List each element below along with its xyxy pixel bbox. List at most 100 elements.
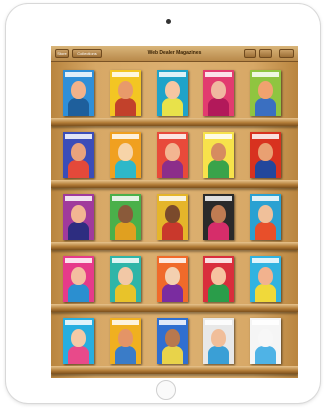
list-view-button[interactable] <box>259 49 272 58</box>
ipad-screen: Store Collections Web Dealer Magazines <box>51 46 298 378</box>
cover-figure-face <box>165 329 180 347</box>
cover-figure-body <box>115 160 136 178</box>
cover-figure-face <box>165 267 180 285</box>
shelf-board <box>51 118 298 126</box>
magazine-cover[interactable] <box>157 70 188 116</box>
cover-masthead <box>252 72 279 77</box>
cover-masthead <box>159 72 186 77</box>
magazine-cover[interactable] <box>203 194 234 240</box>
magazine-cover[interactable] <box>63 256 94 302</box>
cover-figure-body <box>255 346 276 364</box>
magazine-cover[interactable] <box>250 70 281 116</box>
magazine-cover[interactable] <box>63 70 94 116</box>
magazine-cover[interactable] <box>110 132 141 178</box>
home-button[interactable] <box>156 380 176 400</box>
cover-masthead <box>112 134 139 139</box>
cover-masthead <box>159 134 186 139</box>
edit-button[interactable] <box>279 49 294 58</box>
cover-figure-body <box>115 98 136 116</box>
bookshelf <box>51 62 298 378</box>
cover-masthead <box>205 134 232 139</box>
store-button[interactable]: Store <box>55 49 69 58</box>
grid-view-button[interactable] <box>244 49 256 58</box>
cover-figure-face <box>258 267 273 285</box>
cover-figure-body <box>162 222 183 240</box>
magazine-cover[interactable] <box>203 132 234 178</box>
cover-masthead <box>112 258 139 263</box>
cover-figure-body <box>68 160 89 178</box>
cover-masthead <box>112 72 139 77</box>
shelf-board <box>51 304 298 312</box>
magazine-cover[interactable] <box>157 256 188 302</box>
cover-figure-face <box>71 329 86 347</box>
cover-figure-body <box>255 160 276 178</box>
cover-figure-face <box>165 81 180 99</box>
cover-masthead <box>252 320 279 325</box>
shelf-row <box>51 64 298 126</box>
cover-figure-face <box>211 205 226 223</box>
cover-masthead <box>65 72 92 77</box>
cover-figure-body <box>162 98 183 116</box>
magazine-cover[interactable] <box>110 318 141 364</box>
cover-masthead <box>65 196 92 201</box>
magazine-cover[interactable] <box>157 318 188 364</box>
cover-figure-face <box>211 143 226 161</box>
magazine-cover[interactable] <box>157 194 188 240</box>
magazine-cover[interactable] <box>110 256 141 302</box>
cover-masthead <box>252 258 279 263</box>
cover-figure-body <box>208 346 229 364</box>
magazine-cover[interactable] <box>157 132 188 178</box>
magazine-cover[interactable] <box>250 132 281 178</box>
cover-masthead <box>252 196 279 201</box>
cover-figure-face <box>71 267 86 285</box>
cover-figure-face <box>165 205 180 223</box>
cover-masthead <box>112 320 139 325</box>
cover-masthead <box>205 320 232 325</box>
cover-masthead <box>205 72 232 77</box>
collections-button[interactable]: Collections <box>72 49 102 58</box>
cover-figure-body <box>68 284 89 302</box>
cover-figure-face <box>118 267 133 285</box>
magazine-cover[interactable] <box>110 70 141 116</box>
cover-figure-body <box>68 346 89 364</box>
cover-figure-body <box>255 284 276 302</box>
cover-figure-body <box>115 284 136 302</box>
magazine-cover[interactable] <box>203 256 234 302</box>
cover-figure-body <box>162 284 183 302</box>
cover-figure-body <box>208 222 229 240</box>
cover-figure-body <box>68 222 89 240</box>
magazine-cover[interactable] <box>63 318 94 364</box>
cover-figure-body <box>208 160 229 178</box>
cover-figure-face <box>118 329 133 347</box>
cover-figure-face <box>118 205 133 223</box>
front-camera <box>166 19 171 24</box>
magazine-cover[interactable] <box>110 194 141 240</box>
cover-figure-body <box>208 284 229 302</box>
magazine-cover[interactable] <box>250 256 281 302</box>
cover-figure-body <box>162 160 183 178</box>
cover-figure-face <box>211 267 226 285</box>
cover-masthead <box>112 196 139 201</box>
magazine-cover[interactable] <box>250 318 281 364</box>
cover-masthead <box>252 134 279 139</box>
shelf-row <box>51 188 298 250</box>
cover-figure-face <box>118 143 133 161</box>
magazine-cover[interactable] <box>250 194 281 240</box>
magazine-cover[interactable] <box>63 194 94 240</box>
shelf-row <box>51 250 298 312</box>
cover-figure-body <box>68 98 89 116</box>
magazine-cover[interactable] <box>63 132 94 178</box>
cover-masthead <box>65 320 92 325</box>
shelf-row <box>51 126 298 188</box>
cover-figure-body <box>255 98 276 116</box>
magazine-cover[interactable] <box>203 70 234 116</box>
cover-figure-face <box>211 81 226 99</box>
cover-figure-face <box>258 329 273 347</box>
shelf-board <box>51 242 298 250</box>
cover-masthead <box>205 258 232 263</box>
ipad-device: Store Collections Web Dealer Magazines <box>6 4 320 403</box>
magazine-cover[interactable] <box>203 318 234 364</box>
cover-figure-face <box>258 205 273 223</box>
cover-figure-face <box>165 143 180 161</box>
cover-masthead <box>205 196 232 201</box>
